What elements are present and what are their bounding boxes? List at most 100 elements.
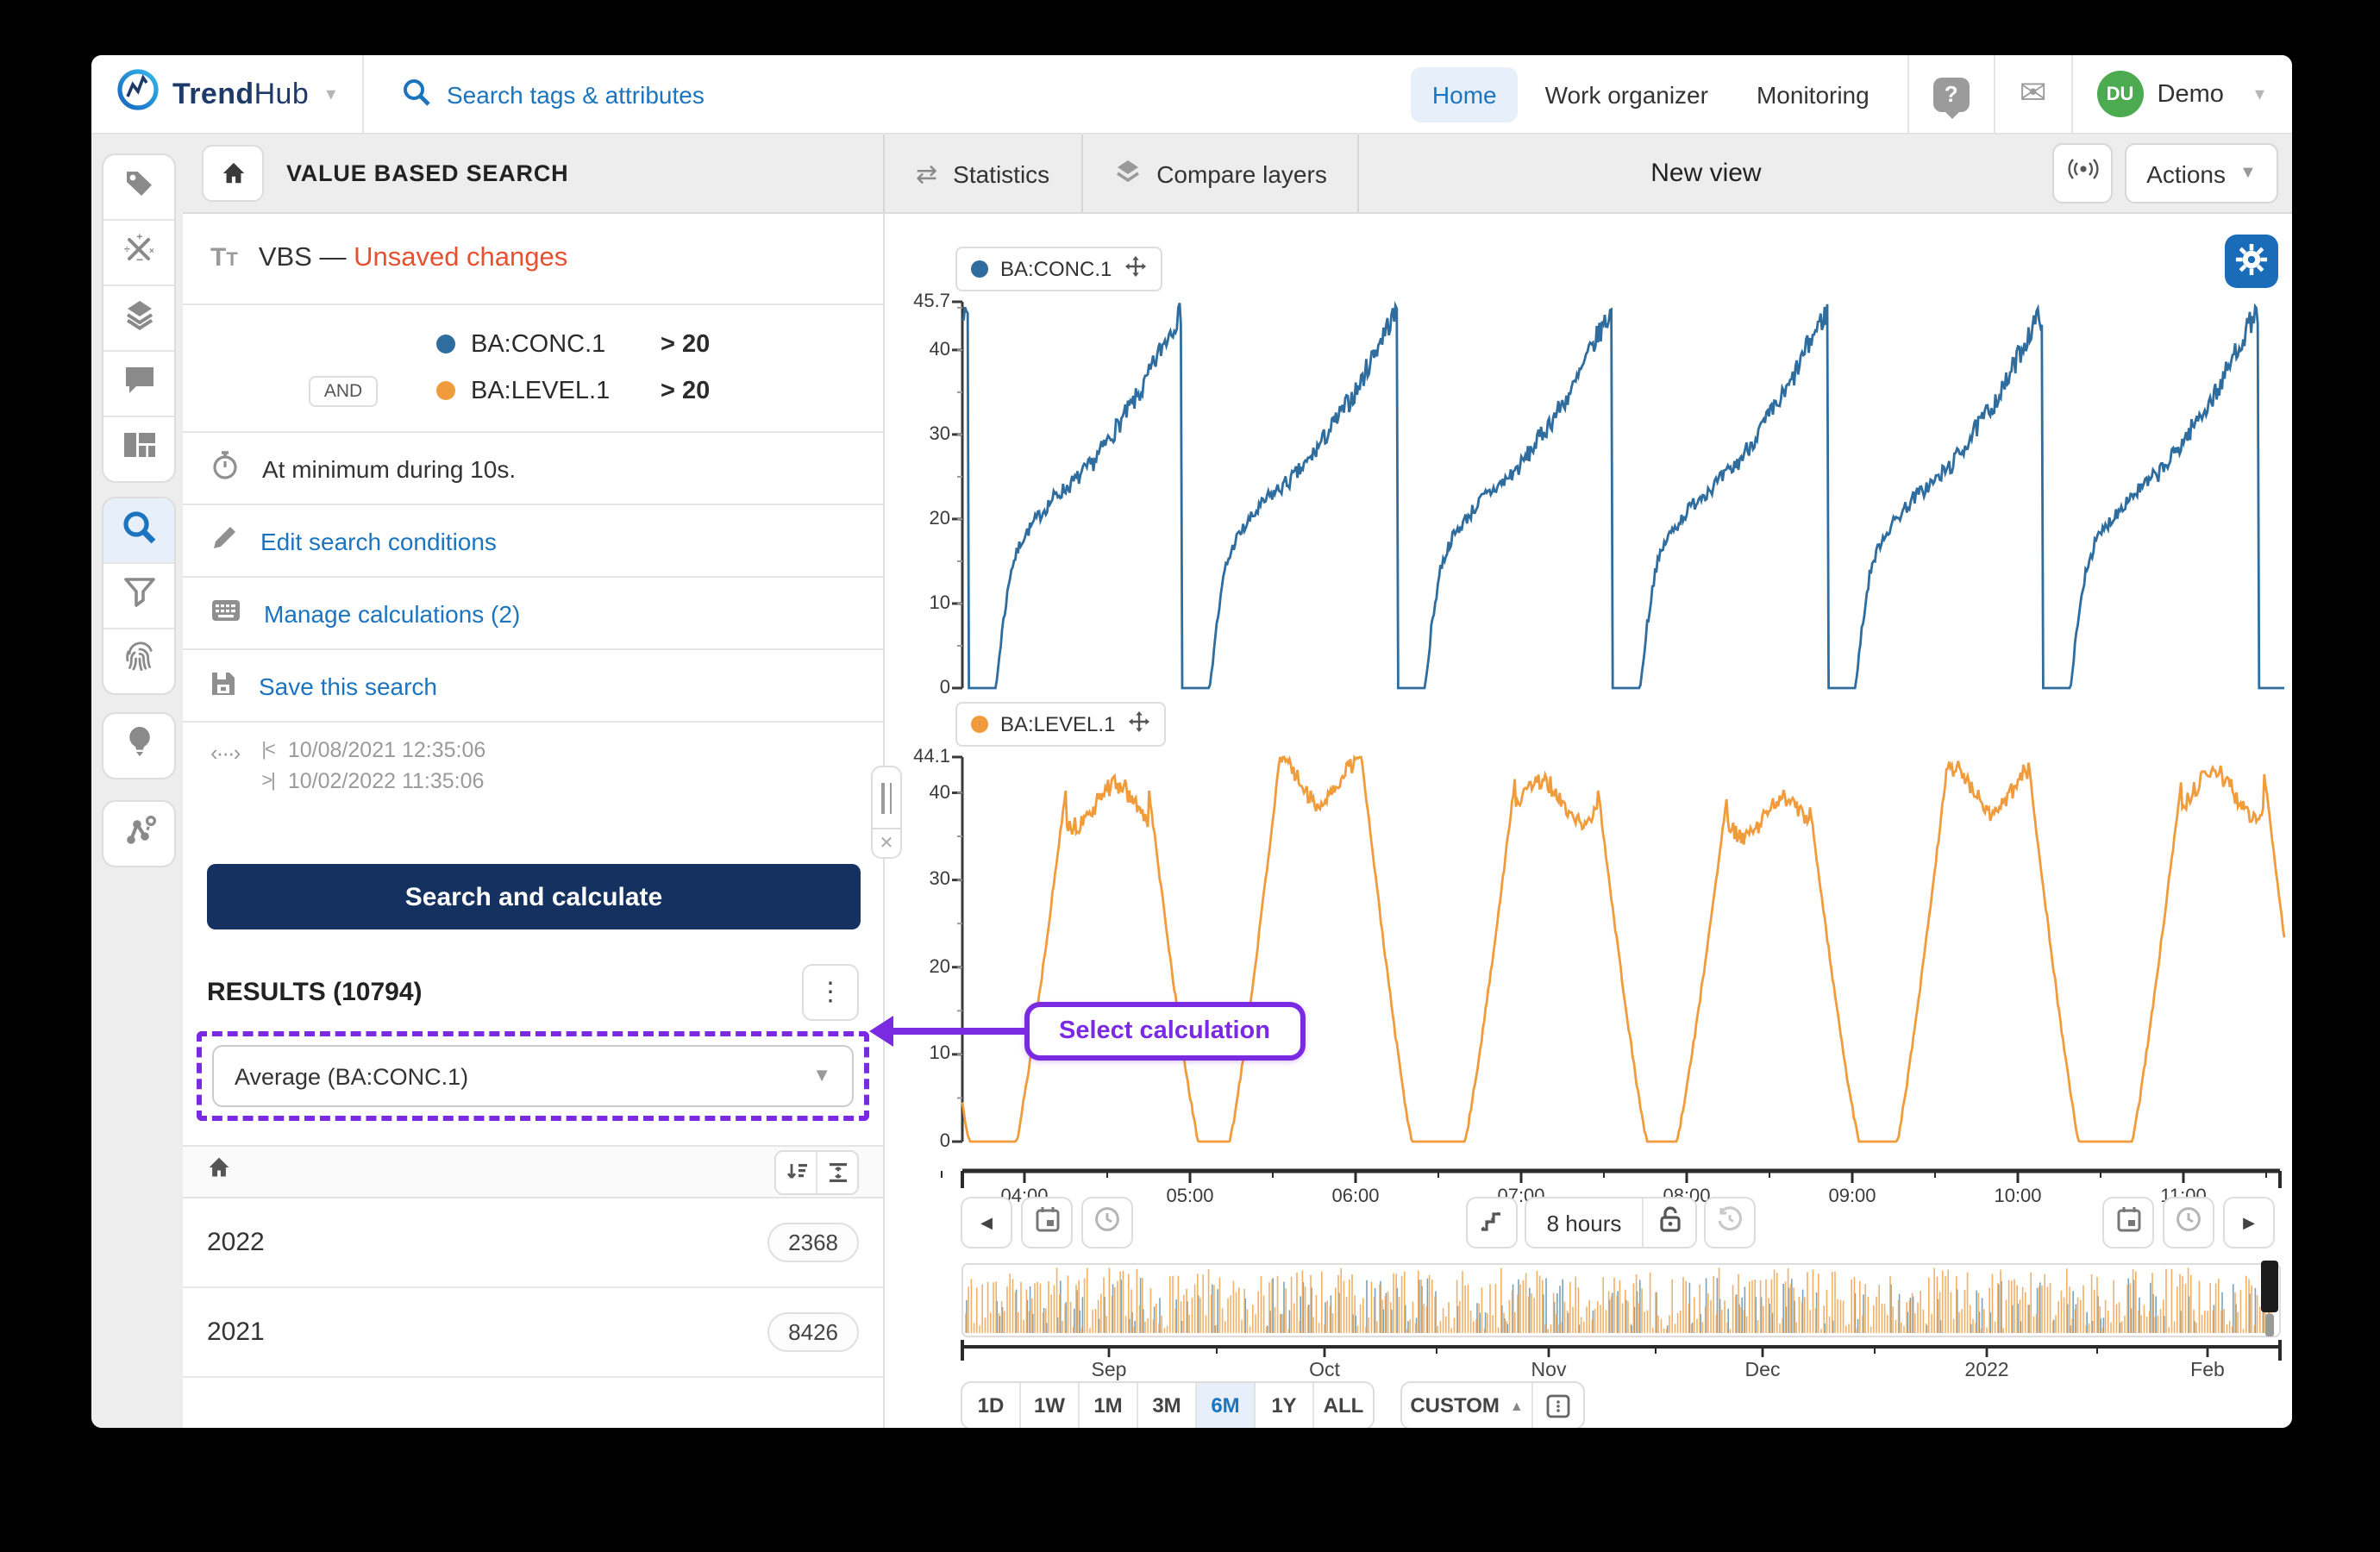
sidebar-item-tag[interactable] (103, 155, 174, 221)
sidebar-item-dashboard[interactable] (103, 417, 174, 481)
fingerprint-icon (122, 640, 156, 683)
range-button-1w[interactable]: 1W (1021, 1383, 1080, 1428)
condition-row[interactable]: AND BA:LEVEL.1 > 20 (183, 367, 883, 414)
result-year: 2021 (207, 1317, 265, 1347)
range-button-1m[interactable]: 1M (1080, 1383, 1138, 1428)
timeline-month-label: Feb (2190, 1361, 2225, 1381)
history-button[interactable] (1704, 1197, 1756, 1248)
panel-home-button[interactable] (202, 145, 264, 202)
right-column: VALUE BASED SEARCH ⇄ Statistics Compare … (183, 135, 2292, 1428)
range-icon: ‹···› (210, 740, 239, 793)
actions-button[interactable]: Actions▼ (2125, 143, 2278, 203)
legend-dot (971, 260, 988, 278)
caret-right-icon: ▶ (2243, 1213, 2255, 1232)
brand-logo[interactable]: TrendHub ▾ (91, 67, 362, 121)
stage: TrendHub ▾ Search tags & attributes Home… (0, 0, 2380, 1552)
top-bar: TrendHub ▾ Search tags & attributes Home… (91, 55, 2292, 135)
nav-monitoring[interactable]: Monitoring (1736, 66, 1890, 122)
search-and-calculate-button[interactable]: Search and calculate (207, 864, 861, 929)
results-menu-button[interactable]: ⋮ (802, 963, 859, 1020)
panel-collapse-button[interactable]: ✕ (871, 828, 902, 859)
calculation-select[interactable]: Average (BA:CONC.1) ▼ (212, 1045, 854, 1107)
close-icon: ✕ (880, 834, 894, 853)
range-button-1d[interactable]: 1D (962, 1383, 1021, 1428)
caret-left-icon: ◀ (980, 1213, 993, 1232)
keyboard-icon (210, 598, 241, 628)
timeline-selection-handle[interactable] (2261, 1261, 2278, 1312)
result-row-2022[interactable]: 20222368 (183, 1198, 883, 1288)
range-button-all[interactable]: ALL (1314, 1383, 1373, 1428)
condition-series: BA:LEVEL.1 (471, 377, 661, 404)
start-clock-button[interactable] (1081, 1197, 1133, 1248)
and-operator-chip: AND (309, 375, 378, 406)
interpolation-button[interactable] (1466, 1197, 1518, 1248)
range-end: >| 10/02/2022 11:35:06 (261, 769, 485, 793)
lock-span-button[interactable] (1644, 1205, 1695, 1241)
sidebar-item-lightbulb[interactable] (103, 714, 174, 778)
sort-descending-button[interactable] (776, 1151, 816, 1192)
mail-icon: ✉ (2020, 74, 2047, 114)
nav-home[interactable]: Home (1412, 66, 1518, 122)
condition-row[interactable]: BA:CONC.1 > 20 (183, 321, 883, 367)
pan-right-button[interactable]: ▶ (2223, 1197, 2275, 1248)
sidebar-item-layers[interactable] (103, 286, 174, 352)
nav-work-organizer[interactable]: Work organizer (1525, 66, 1729, 122)
y-tick-label: 30 (888, 870, 950, 891)
unsaved-changes-label: Unsaved changes (354, 243, 567, 272)
edit-conditions-row[interactable]: Edit search conditions (183, 505, 883, 578)
legend-chip-conc[interactable]: BA:CONC.1 (955, 247, 1162, 291)
move-icon (1127, 710, 1149, 738)
actions-caret-icon: ▼ (2239, 164, 2257, 183)
condition-comparison: > 20 (661, 330, 710, 358)
move-icon (1124, 255, 1146, 283)
timeline-month-label: Dec (1745, 1361, 1781, 1381)
live-mode-button[interactable] (2052, 143, 2113, 203)
date-range-block[interactable]: ‹···› |< 10/08/2021 12:35:06 >| 10/02/20… (183, 723, 883, 814)
range-start: |< 10/08/2021 12:35:06 (261, 738, 485, 762)
user-menu[interactable]: DU Demo ▾ (2073, 71, 2292, 117)
end-calendar-button[interactable] (2102, 1197, 2154, 1248)
custom-range-button[interactable]: CUSTOM▲ (1402, 1383, 1533, 1428)
result-count-badge: 2368 (767, 1223, 859, 1262)
manage-calculations-row[interactable]: Manage calculations (2) (183, 578, 883, 650)
chart-settings-button[interactable] (2225, 235, 2278, 288)
fit-selection-button[interactable] (1533, 1383, 1583, 1428)
results-list: 2022236820218426 (183, 1198, 883, 1378)
sidebar-item-fingerprint[interactable] (103, 629, 174, 693)
time-span-control[interactable]: 8 hours (1525, 1197, 1697, 1248)
timeline-month-label: Nov (1531, 1361, 1567, 1381)
y-tick-label: 10 (888, 593, 950, 614)
range-button-6m[interactable]: 6M (1197, 1383, 1256, 1428)
sidebar-item-graph[interactable] (103, 802, 174, 866)
start-calendar-button[interactable] (1021, 1197, 1073, 1248)
search-input[interactable]: Search tags & attributes (364, 77, 1412, 111)
sidebar-item-calculator[interactable]: +÷×− (103, 221, 174, 286)
y-tick-label: 20 (888, 509, 950, 529)
sidebar-item-comment[interactable] (103, 352, 174, 417)
rail-group: +÷×− (102, 153, 176, 483)
legend-chip-level[interactable]: BA:LEVEL.1 (955, 702, 1165, 747)
sidebar-item-filter[interactable] (103, 564, 174, 629)
panel-resize-handle[interactable] (871, 766, 902, 831)
help-button[interactable]: ? (1909, 55, 1994, 133)
clock-icon (2175, 1205, 2202, 1241)
end-clock-button[interactable] (2163, 1197, 2214, 1248)
manage-calculations-link: Manage calculations (2) (264, 599, 520, 627)
kebab-icon: ⋮ (817, 978, 843, 1007)
messages-button[interactable]: ✉ (1995, 55, 2071, 133)
user-name: Demo (2158, 80, 2224, 108)
range-button-3m[interactable]: 3M (1138, 1383, 1197, 1428)
timeline-month-label: Sep (1092, 1361, 1127, 1381)
sidebar-item-search[interactable] (103, 498, 174, 564)
range-button-1y[interactable]: 1Y (1256, 1383, 1314, 1428)
collapse-rows-button[interactable] (816, 1151, 857, 1192)
layers-icon (1113, 157, 1141, 190)
conditions-block: BA:CONC.1 > 20 AND BA:LEVEL.1 > 20 (183, 305, 883, 433)
brand-caret-icon[interactable]: ▾ (326, 83, 335, 105)
compare-layers-button[interactable]: Compare layers (1082, 135, 1360, 212)
results-title: RESULTS (10794) (207, 977, 423, 1006)
statistics-button[interactable]: ⇄ Statistics (885, 135, 1082, 212)
save-search-row[interactable]: Save this search (183, 650, 883, 723)
pan-left-button[interactable]: ◀ (961, 1197, 1012, 1248)
result-row-2021[interactable]: 20218426 (183, 1288, 883, 1378)
